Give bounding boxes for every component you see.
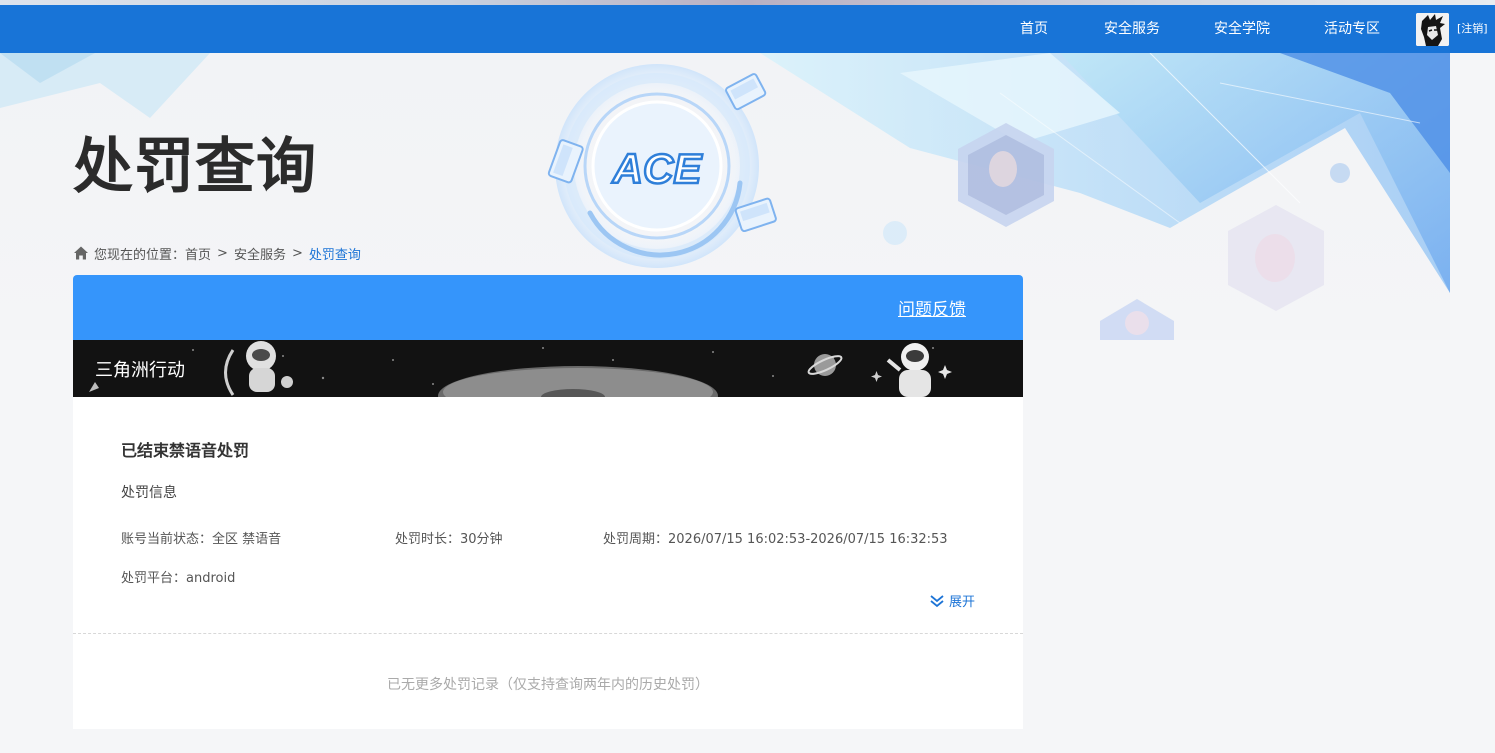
penalty-period: 处罚周期：2026/07/15 16:02:53-2026/07/15 16:3… [603, 532, 948, 547]
no-more-records-text: 已无更多处罚记录（仅支持查询两年内的历史处罚） [387, 677, 709, 693]
nav-home[interactable]: 首页 [1020, 5, 1048, 53]
logout-link[interactable]: [注销] [1457, 5, 1488, 53]
breadcrumb-security-service[interactable]: 安全服务 [234, 244, 286, 263]
game-banner: 三角洲行动 [73, 340, 1023, 397]
breadcrumb-prefix: 您现在的位置： [94, 247, 186, 263]
double-chevron-down-icon [930, 594, 944, 607]
breadcrumb-home[interactable]: 首页 [185, 244, 211, 263]
breadcrumb-separator: > [291, 245, 303, 261]
nav-activity-zone[interactable]: 活动专区 [1324, 5, 1380, 53]
page-title: 处罚查询 [73, 132, 317, 202]
account-status: 账号当前状态：全区 禁语音 [121, 532, 282, 547]
breadcrumb-separator: > [217, 245, 228, 261]
feedback-link[interactable]: 问题反馈 [898, 295, 966, 320]
top-navbar: 首页 安全服务 安全学院 活动专区 [注销] [0, 5, 1495, 53]
penalty-duration: 处罚时长：30分钟 [395, 532, 503, 547]
breadcrumb-current: 处罚查询 [308, 247, 361, 263]
ace-logo: ACE [612, 145, 704, 192]
breadcrumb: 您现在的位置： 首页 > 安全服务 > 处罚查询 [73, 243, 361, 263]
penalty-info-label: 处罚信息 [121, 485, 177, 501]
nav-security-academy[interactable]: 安全学院 [1214, 5, 1270, 53]
penalty-card: 问题反馈 三角洲行动 已结束禁语音处罚 处罚信息 账号当前状态：全区 禁语音 处… [73, 275, 1023, 729]
home-icon [74, 246, 88, 260]
divider [73, 633, 1023, 634]
record-title: 已结束禁语音处罚 [121, 441, 250, 460]
game-name: 三角洲行动 [95, 360, 185, 381]
nav-security-service[interactable]: 安全服务 [1104, 5, 1160, 53]
expand-button[interactable]: 展开 [929, 591, 975, 610]
expand-label: 展开 [949, 595, 976, 610]
avatar[interactable] [1416, 13, 1449, 46]
astronaut-left-icon [224, 341, 293, 396]
penalty-platform: 处罚平台：android [121, 571, 236, 586]
card-header: 问题反馈 [73, 275, 1023, 340]
planet-icon [807, 354, 843, 376]
astronaut-right-icon [886, 343, 931, 397]
